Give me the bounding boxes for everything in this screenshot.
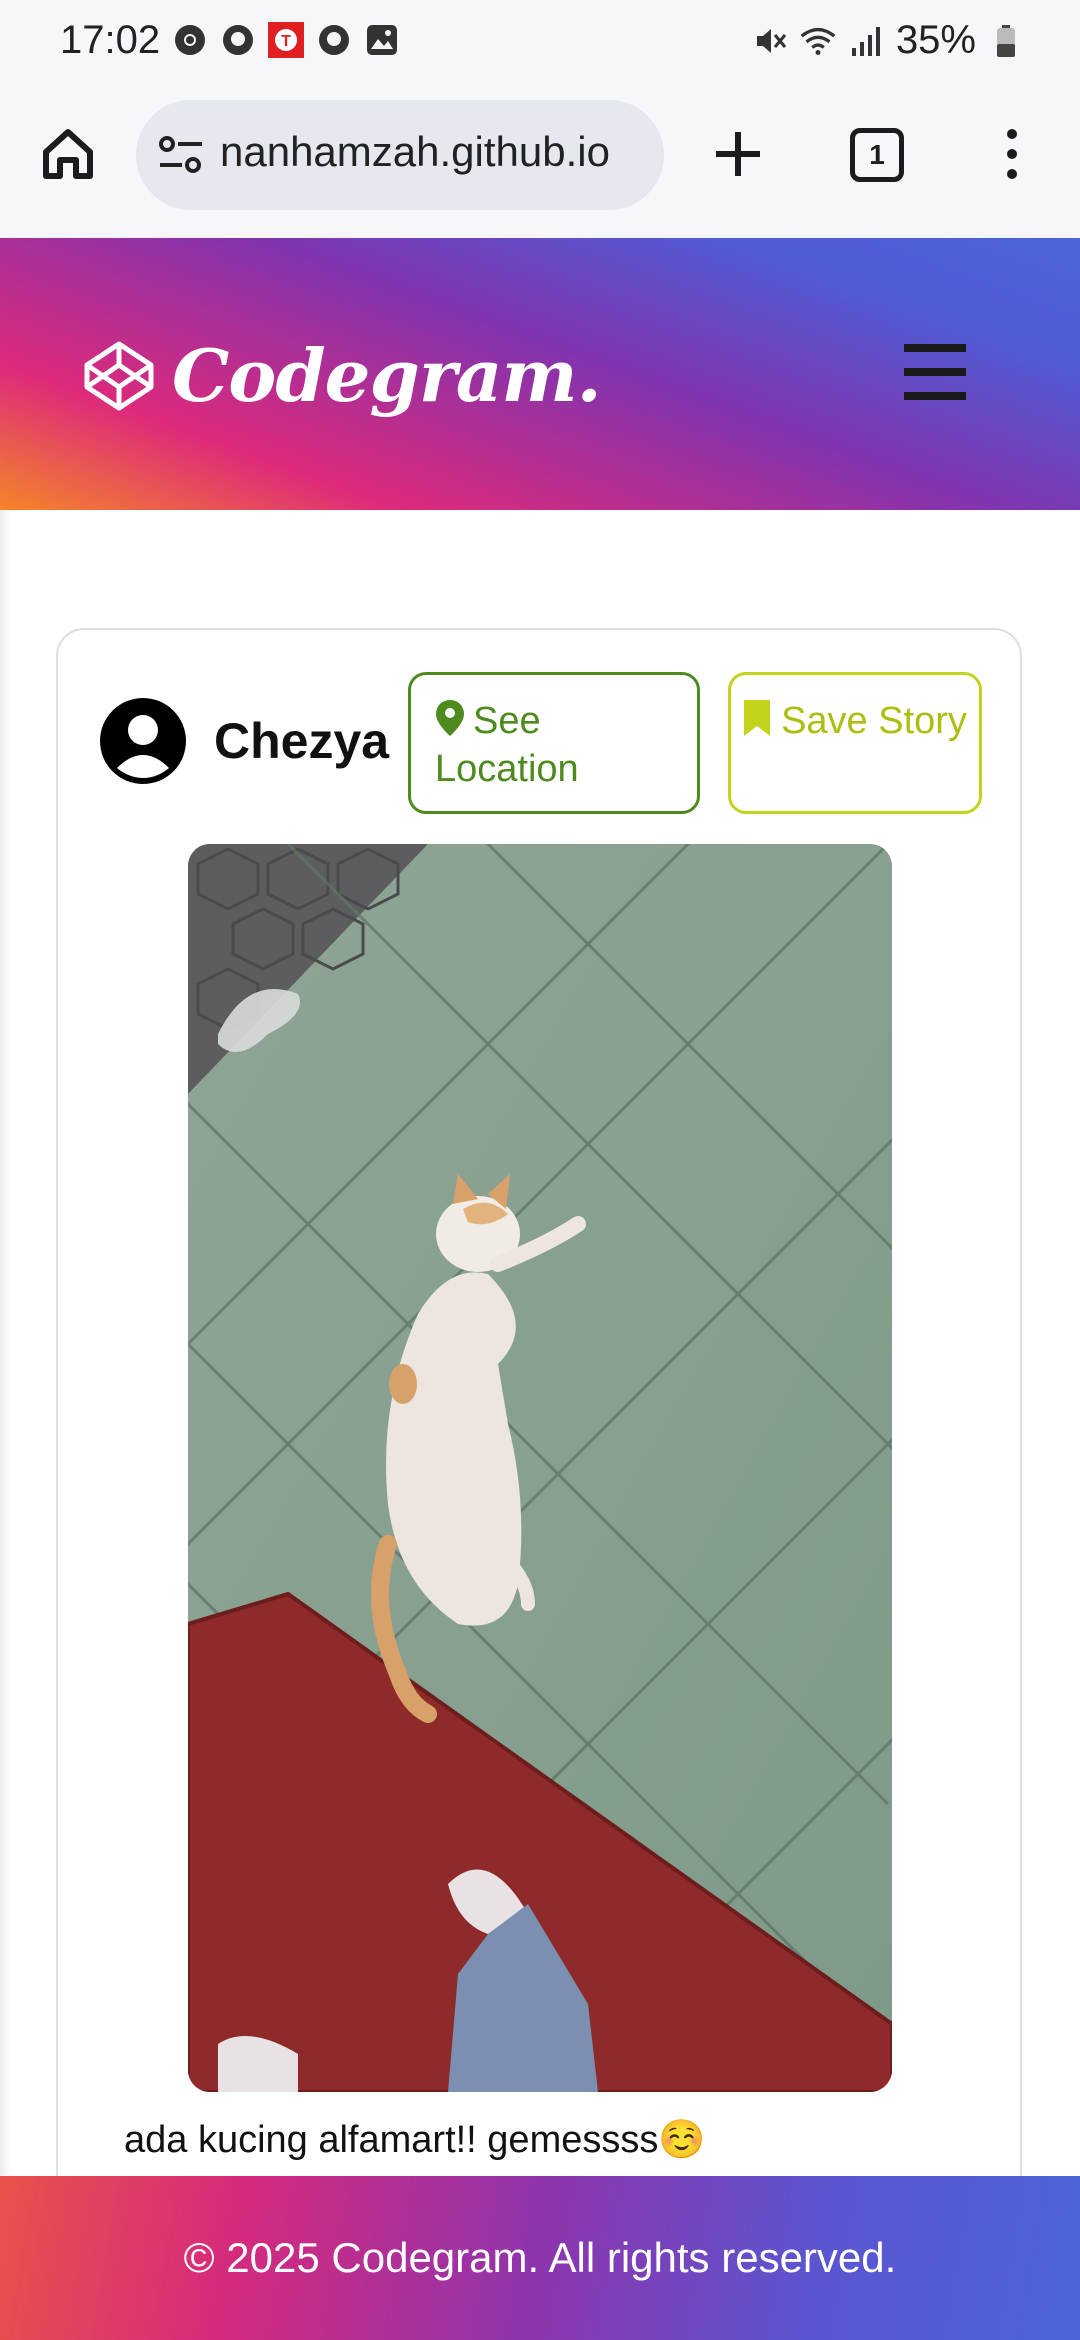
main-content: Chezya See Location Save Story ada kucin… bbox=[0, 510, 1080, 2328]
svg-text:T: T bbox=[281, 33, 291, 50]
mute-icon bbox=[752, 23, 788, 59]
chrome-icon bbox=[172, 22, 208, 58]
bookmark-icon bbox=[743, 699, 771, 737]
site-logo[interactable]: Codegram. bbox=[82, 333, 602, 418]
site-footer: © 2025 Codegram. All rights reserved. bbox=[0, 2176, 1080, 2340]
post-username[interactable]: Chezya bbox=[214, 712, 389, 770]
map-pin-icon bbox=[435, 699, 465, 737]
hamburger-menu-icon[interactable] bbox=[902, 334, 968, 410]
see-location-button[interactable]: See Location bbox=[408, 672, 700, 814]
gallery-icon bbox=[364, 22, 400, 58]
post-caption: ada kucing alfamart!! gemessss☺️ bbox=[124, 2119, 706, 2161]
cat-photo-illustration bbox=[188, 844, 892, 2092]
side-shadow bbox=[0, 510, 12, 2176]
github-icon bbox=[220, 22, 256, 58]
user-avatar-icon[interactable] bbox=[100, 698, 186, 784]
save-story-label: Save Story bbox=[781, 700, 967, 742]
system-indicators: 35% bbox=[752, 18, 1024, 63]
status-bar: 17:02 T 35% bbox=[0, 0, 1080, 84]
post-photo[interactable] bbox=[188, 844, 892, 2092]
home-icon[interactable] bbox=[36, 122, 100, 186]
address-bar[interactable]: nanhamzah.github.io bbox=[136, 100, 664, 210]
url-text[interactable]: nanhamzah.github.io bbox=[220, 128, 644, 184]
new-tab-icon[interactable] bbox=[706, 122, 770, 186]
wifi-icon bbox=[800, 23, 836, 59]
post-card: Chezya See Location Save Story ada kucin… bbox=[56, 628, 1022, 2328]
footer-copyright: © 2025 Codegram. All rights reserved. bbox=[183, 2234, 897, 2281]
codepen-cube-icon bbox=[82, 339, 156, 413]
battery-icon bbox=[988, 23, 1024, 59]
status-time: 17:02 bbox=[60, 18, 161, 62]
github-icon-2 bbox=[316, 22, 352, 58]
battery-percent: 35% bbox=[895, 18, 976, 62]
site-header: Codegram. bbox=[0, 238, 1080, 510]
tab-count: 1 bbox=[869, 139, 885, 170]
browser-toolbar: nanhamzah.github.io 1 bbox=[0, 84, 1080, 238]
notification-icons: T bbox=[172, 22, 400, 58]
site-settings-icon[interactable] bbox=[158, 134, 204, 176]
tab-switcher-button[interactable]: 1 bbox=[850, 128, 904, 182]
more-options-icon[interactable] bbox=[990, 122, 1034, 186]
signal-icon bbox=[848, 23, 884, 59]
save-story-button[interactable]: Save Story bbox=[728, 672, 982, 814]
app-t-icon: T bbox=[268, 22, 304, 58]
logo-text: Codegram. bbox=[172, 333, 602, 418]
